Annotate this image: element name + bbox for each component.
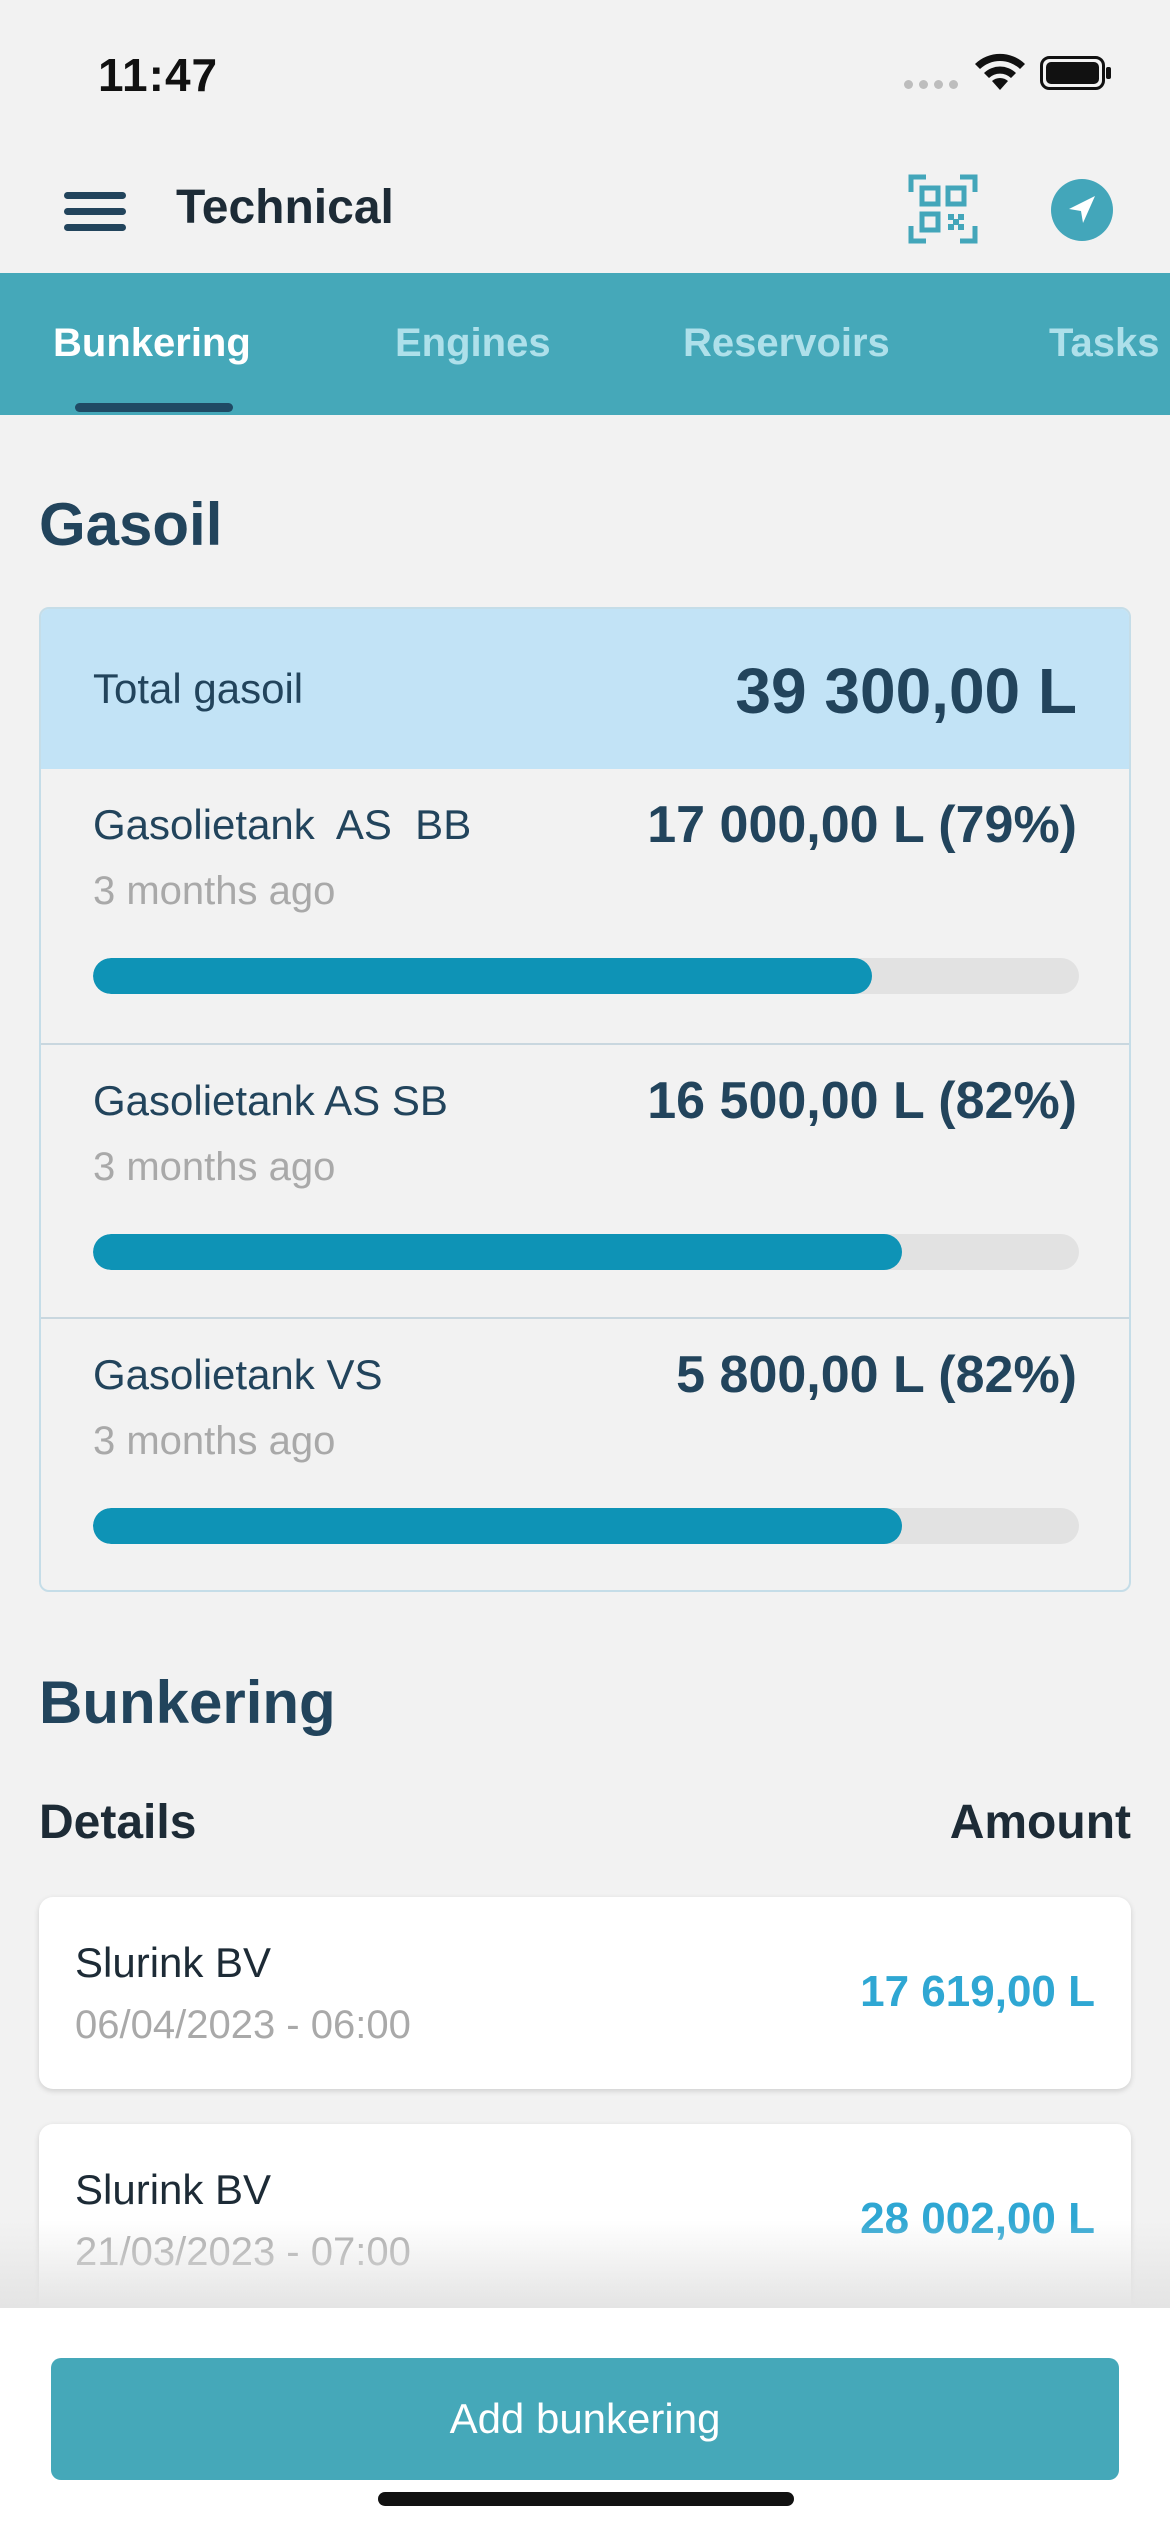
tank-updated: 3 months ago bbox=[93, 1419, 336, 1463]
bunkering-datetime: 21/03/2023 - 07:00 bbox=[75, 2230, 411, 2274]
amount-column-header: Amount bbox=[949, 1796, 1131, 1849]
home-indicator bbox=[378, 2492, 794, 2506]
tab-bunkering[interactable]: Bunkering bbox=[53, 321, 251, 366]
tank-amount: 17 000,00 L (79%) bbox=[647, 796, 1077, 854]
bunkering-entry[interactable]: Slurink BV 21/03/2023 - 07:00 28 002,00 … bbox=[39, 2124, 1131, 2316]
tank-name: Gasolietank AS SB bbox=[93, 1077, 448, 1124]
bunkering-section-title: Bunkering bbox=[39, 1669, 336, 1736]
total-gasoil-label: Total gasoil bbox=[93, 665, 304, 712]
gasoil-section-title: Gasoil bbox=[39, 491, 223, 558]
tank-amount: 5 800,00 L (82%) bbox=[676, 1346, 1077, 1404]
gasoil-card: Total gasoil 39 300,00 L Gasolietank AS … bbox=[39, 607, 1131, 1592]
tank-updated: 3 months ago bbox=[93, 869, 336, 913]
active-tab-indicator bbox=[75, 403, 233, 412]
tab-tasks[interactable]: Tasks bbox=[1049, 321, 1159, 366]
location-arrow-icon[interactable] bbox=[1051, 179, 1113, 241]
tank-level-fill bbox=[93, 958, 872, 994]
tank-name: Gasolietank VS bbox=[93, 1351, 383, 1398]
status-bar: 11:47 bbox=[0, 0, 1170, 150]
bunkering-amount: 28 002,00 L bbox=[860, 2194, 1095, 2243]
add-bunkering-button[interactable]: Add bunkering bbox=[51, 2358, 1119, 2480]
tank-row[interactable]: Gasolietank AS BB 17 000,00 L (79%) 3 mo… bbox=[41, 769, 1129, 1043]
bunkering-entry[interactable]: Slurink BV 06/04/2023 - 06:00 17 619,00 … bbox=[39, 1897, 1131, 2089]
wifi-icon bbox=[975, 53, 1025, 90]
cellular-signal-icon bbox=[904, 80, 958, 89]
tank-level-fill bbox=[93, 1234, 902, 1270]
tab-engines[interactable]: Engines bbox=[395, 321, 551, 366]
hamburger-menu-icon[interactable] bbox=[60, 180, 130, 242]
tank-row[interactable]: Gasolietank AS SB 16 500,00 L (82%) 3 mo… bbox=[41, 1043, 1129, 1317]
tank-level-bar bbox=[93, 1234, 1079, 1270]
bunkering-datetime: 06/04/2023 - 06:00 bbox=[75, 2003, 411, 2047]
battery-icon bbox=[1040, 56, 1111, 90]
tank-name: Gasolietank AS BB bbox=[93, 801, 472, 848]
tank-level-fill bbox=[93, 1508, 902, 1544]
page-title: Technical bbox=[176, 181, 394, 234]
bunkering-supplier: Slurink BV bbox=[75, 1939, 272, 1986]
app-header: Technical bbox=[0, 150, 1170, 273]
tank-amount: 16 500,00 L (82%) bbox=[647, 1072, 1077, 1130]
tab-bar: Bunkering Engines Reservoirs Tasks bbox=[0, 273, 1170, 415]
total-gasoil-value: 39 300,00 L bbox=[735, 655, 1077, 727]
total-gasoil-row: Total gasoil 39 300,00 L bbox=[41, 609, 1129, 769]
bunkering-amount: 17 619,00 L bbox=[860, 1967, 1095, 2016]
status-time: 11:47 bbox=[98, 49, 219, 101]
tab-reservoirs[interactable]: Reservoirs bbox=[683, 321, 890, 366]
tank-level-bar bbox=[93, 958, 1079, 994]
qr-scan-icon[interactable] bbox=[908, 174, 978, 244]
bunkering-supplier: Slurink BV bbox=[75, 2166, 272, 2213]
details-column-header: Details bbox=[39, 1796, 197, 1849]
tank-level-bar bbox=[93, 1508, 1079, 1544]
tank-updated: 3 months ago bbox=[93, 1145, 336, 1189]
tank-row[interactable]: Gasolietank VS 5 800,00 L (82%) 3 months… bbox=[41, 1317, 1129, 1590]
